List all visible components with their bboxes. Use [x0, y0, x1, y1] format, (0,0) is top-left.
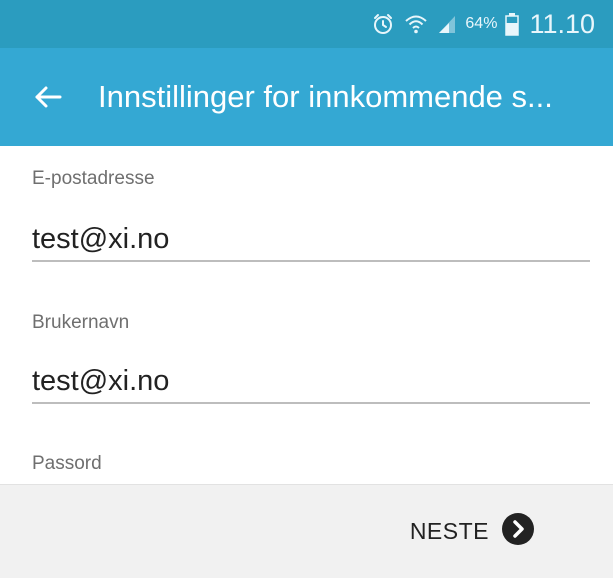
alarm-icon [371, 12, 395, 36]
page-title: Innstillinger for innkommende s... [98, 79, 553, 114]
next-button[interactable]: NESTE [410, 511, 535, 551]
username-field[interactable] [32, 360, 590, 404]
battery-icon [505, 12, 520, 36]
email-label: E-postadresse [32, 168, 155, 189]
battery-percent: 64% [465, 15, 498, 32]
chevron-right-circle-icon [501, 512, 535, 551]
arrow-left-icon[interactable] [30, 79, 66, 115]
bottom-bar: NESTE [0, 484, 613, 578]
wifi-icon [403, 12, 429, 36]
email-field[interactable] [32, 218, 590, 262]
username-label: Brukernavn [32, 312, 130, 333]
app-bar: Innstillinger for innkommende s... [0, 48, 613, 146]
password-label[interactable]: Passord [32, 453, 102, 475]
next-button-label: NESTE [409, 517, 489, 544]
signal-icon [437, 13, 457, 35]
status-time: 11.10 [529, 8, 595, 39]
status-icons: 64% 11.10 [371, 0, 595, 48]
status-bar: 64% 11.10 [0, 0, 613, 48]
